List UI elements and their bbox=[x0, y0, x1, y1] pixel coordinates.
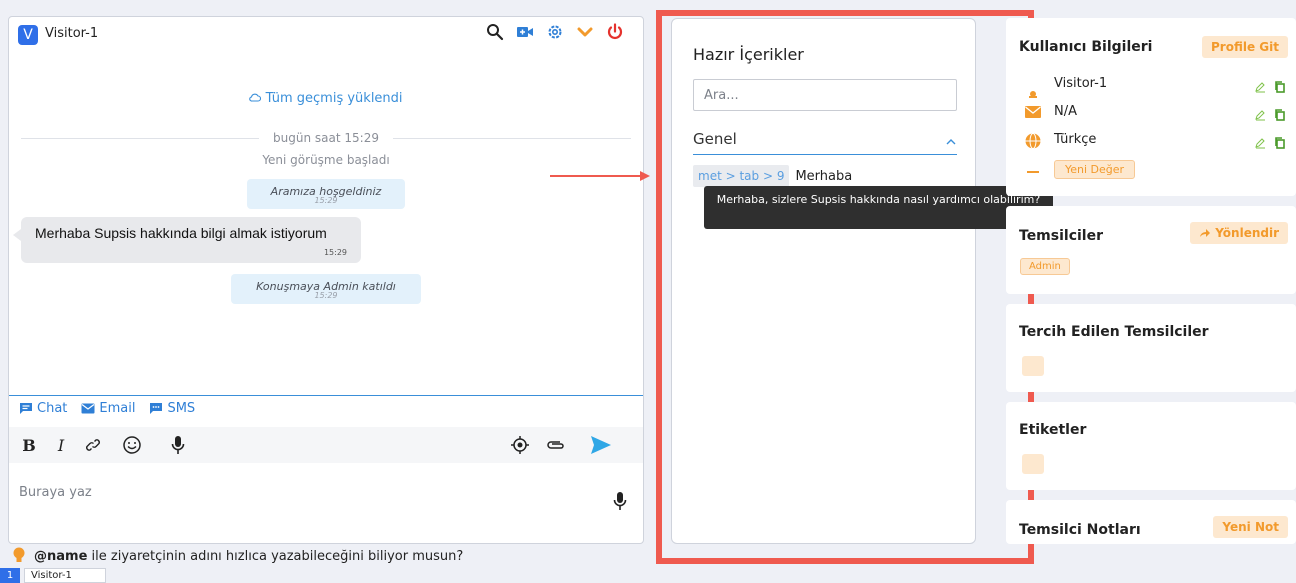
history-loaded-notice: Tüm geçmiş yüklendi bbox=[9, 91, 643, 106]
tab-chat-label: Chat bbox=[37, 401, 68, 416]
tip-body: ile ziyaretçinin adını hızlıca yazabilec… bbox=[87, 549, 464, 564]
date-text: bugün saat 15:29 bbox=[273, 131, 379, 145]
edit-icon[interactable] bbox=[1254, 106, 1266, 121]
user-language: Türkçe bbox=[1054, 132, 1097, 147]
user-name: Visitor-1 bbox=[1054, 76, 1108, 91]
chevron-up-icon bbox=[945, 131, 957, 150]
system-message: Aramıza hoşgeldiniz 15:29 bbox=[247, 179, 405, 209]
location-icon[interactable] bbox=[509, 433, 531, 457]
mail-icon bbox=[1024, 104, 1042, 124]
microphone-icon[interactable] bbox=[613, 491, 627, 515]
copy-icon[interactable] bbox=[1274, 78, 1286, 93]
tab-email-label: Email bbox=[99, 401, 136, 416]
chat-icon bbox=[20, 403, 32, 414]
labels-card: Etiketler bbox=[1006, 402, 1296, 490]
agents-title: Temsilciler bbox=[1019, 228, 1103, 244]
chevron-down-icon[interactable] bbox=[575, 22, 595, 42]
add-preferred-agent-button[interactable] bbox=[1022, 356, 1044, 376]
composer-divider bbox=[9, 395, 643, 396]
user-info-title: Kullanıcı Bilgileri bbox=[1019, 39, 1153, 55]
message-input[interactable] bbox=[19, 477, 599, 507]
search-icon[interactable] bbox=[485, 22, 505, 42]
new-note-button[interactable]: Yeni Not bbox=[1213, 516, 1288, 538]
labels-title: Etiketler bbox=[1019, 422, 1087, 438]
visitor-name: Visitor-1 bbox=[45, 26, 99, 41]
lightbulb-icon bbox=[12, 547, 26, 569]
redirect-button[interactable]: Yönlendir bbox=[1190, 222, 1288, 244]
tab-sms-label: SMS bbox=[167, 401, 196, 416]
copy-icon[interactable] bbox=[1274, 106, 1286, 121]
row-actions bbox=[1254, 106, 1286, 121]
user-info-card: Kullanıcı Bilgileri Profile Git Visitor-… bbox=[1006, 18, 1296, 196]
chat-header: V Visitor-1 bbox=[9, 17, 643, 57]
row-actions bbox=[1254, 78, 1286, 93]
category-label: Genel bbox=[693, 130, 737, 148]
tip-highlight: @name bbox=[34, 549, 88, 564]
tip-text: @name ile ziyaretçinin adını hızlıca yaz… bbox=[34, 549, 463, 564]
shortcut-chip: met > tab > 9 bbox=[693, 165, 790, 187]
visitor-message: Merhaba Supsis hakkında bilgi almak isti… bbox=[13, 217, 361, 263]
channel-tabs: Chat Email SMS bbox=[19, 401, 195, 416]
redirect-button-label: Yönlendir bbox=[1215, 226, 1279, 240]
user-email: N/A bbox=[1054, 104, 1077, 119]
history-loaded-text: Tüm geçmiş yüklendi bbox=[265, 91, 403, 106]
gear-icon[interactable] bbox=[545, 22, 565, 42]
sms-icon bbox=[150, 403, 163, 414]
italic-icon[interactable]: I bbox=[53, 433, 69, 457]
preferred-agents-title: Tercih Edilen Temsilciler bbox=[1019, 324, 1209, 340]
share-icon bbox=[1200, 229, 1211, 237]
pointer-arrow bbox=[550, 171, 650, 181]
agent-notes-title: Temsilci Notları bbox=[1019, 522, 1141, 538]
mail-icon bbox=[81, 403, 95, 414]
header-actions bbox=[485, 22, 625, 42]
canned-responses-panel: Hazır İçerikler Genel met > tab > 9 Merh… bbox=[671, 18, 976, 544]
video-call-icon[interactable] bbox=[515, 22, 535, 42]
message-time: 15:29 bbox=[323, 248, 347, 257]
agents-card: Temsilciler Yönlendir Admin bbox=[1006, 206, 1296, 294]
canned-item-text: Merhaba bbox=[795, 168, 853, 184]
visitor-message-text: Merhaba Supsis hakkında bilgi almak isti… bbox=[35, 225, 327, 241]
canned-search-input[interactable] bbox=[693, 79, 957, 111]
visitor-avatar: V bbox=[18, 25, 38, 45]
canned-tooltip: Merhaba, sizlere Supsis hakkında nasıl y… bbox=[704, 186, 1053, 229]
edit-icon[interactable] bbox=[1254, 134, 1266, 149]
chat-panel: V Visitor-1 Tüm geçmiş yüklendi bugün sa… bbox=[8, 16, 644, 544]
divider bbox=[392, 137, 631, 139]
microphone-icon[interactable] bbox=[169, 433, 187, 457]
cloud-icon bbox=[249, 93, 262, 102]
add-label-button[interactable] bbox=[1022, 454, 1044, 474]
divider bbox=[21, 137, 260, 139]
tab-sms[interactable]: SMS bbox=[149, 401, 195, 416]
formatting-toolbar: B I bbox=[9, 427, 643, 463]
tab-email[interactable]: Email bbox=[81, 401, 135, 416]
new-value-button[interactable]: Yeni Değer bbox=[1054, 160, 1136, 179]
bold-icon[interactable]: B bbox=[21, 433, 37, 457]
copy-icon[interactable] bbox=[1274, 134, 1286, 149]
date-separator: bugün saat 15:29 bbox=[21, 131, 631, 145]
row-actions bbox=[1254, 134, 1286, 149]
new-conversation-text: Yeni görüşme başladı bbox=[262, 153, 390, 167]
emoji-icon[interactable] bbox=[121, 433, 143, 457]
link-icon[interactable] bbox=[83, 433, 103, 457]
preferred-agents-card: Tercih Edilen Temsilciler bbox=[1006, 304, 1296, 392]
power-icon[interactable] bbox=[605, 22, 625, 42]
attachment-icon[interactable] bbox=[545, 433, 567, 457]
agent-tag: Admin bbox=[1020, 258, 1070, 275]
tab-chat[interactable]: Chat bbox=[19, 401, 67, 416]
system-message: Konuşmaya Admin katıldı 15:29 bbox=[231, 274, 421, 304]
bottom-visitor-tab[interactable]: Visitor-1 bbox=[24, 568, 106, 583]
send-icon[interactable] bbox=[589, 433, 613, 457]
bottom-badge[interactable]: 1 bbox=[0, 568, 20, 583]
category-genel[interactable]: Genel bbox=[693, 123, 957, 155]
globe-icon bbox=[1024, 132, 1042, 154]
agent-notes-card: Temsilci Notları Yeni Not bbox=[1006, 500, 1296, 544]
user-icon bbox=[1024, 80, 1042, 102]
plus-icon bbox=[1024, 162, 1042, 181]
canned-title: Hazır İçerikler bbox=[693, 45, 804, 64]
profile-button[interactable]: Profile Git bbox=[1202, 36, 1288, 58]
canned-item[interactable]: met > tab > 9 Merhaba bbox=[693, 164, 852, 188]
edit-icon[interactable] bbox=[1254, 78, 1266, 93]
